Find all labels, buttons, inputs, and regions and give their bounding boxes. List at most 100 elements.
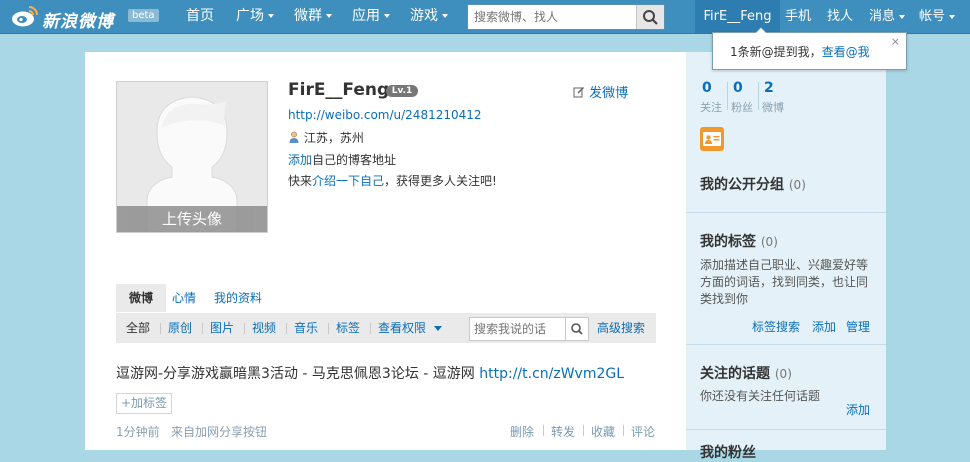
divider (727, 82, 728, 110)
divider (686, 212, 886, 213)
tag-manage-link[interactable]: 管理 (846, 318, 870, 335)
repost-button[interactable]: 转发 (551, 423, 575, 440)
followers-label: 粉丝 (731, 101, 753, 114)
divider (623, 425, 624, 436)
divider (686, 344, 886, 345)
nav-messages-label: 消息 (869, 9, 896, 24)
search-icon (643, 10, 658, 25)
nav-apps-label: 应用 (352, 8, 380, 24)
profile-main: 上传头像 FirE__Feng Lv.1 发微博 http://weibo.co… (85, 52, 686, 450)
my-tags-count: (0) (760, 235, 778, 249)
tab-profile[interactable]: 我的资料 (214, 284, 262, 312)
notification-arrow-inner (756, 28, 766, 33)
avatar[interactable]: 上传头像 (116, 81, 268, 233)
weibo-count[interactable]: 2 (764, 80, 774, 96)
filter-images[interactable]: 图片 (210, 313, 234, 343)
nav-mobile[interactable]: 手机 (785, 0, 811, 33)
nav-apps[interactable]: 应用 (352, 0, 390, 33)
public-groups-count: (0) (788, 178, 806, 192)
add-tag-button[interactable]: +加标签 (116, 393, 173, 414)
nav-games[interactable]: 游戏 (410, 0, 448, 33)
tag-search-link[interactable]: 标签搜索 (752, 318, 800, 335)
nav-home[interactable]: 首页 (186, 0, 214, 33)
filter-search-button[interactable] (565, 318, 588, 340)
chevron-down-icon (949, 14, 956, 19)
top-navigation-bar: 新浪微博 beta 首页 广场 微群 应用 游戏 FirE__Feng 手机 找… (0, 0, 970, 34)
filter-search-input[interactable] (474, 318, 564, 340)
filter-tags[interactable]: 标签 (336, 313, 360, 343)
following-label: 关注 (700, 101, 722, 114)
nav-account[interactable]: 帐号 (919, 0, 956, 33)
id-card-icon[interactable] (700, 127, 724, 151)
advanced-search-link[interactable]: 高级搜索 (597, 313, 645, 343)
top-search-input[interactable] (474, 5, 624, 29)
favorite-button[interactable]: 收藏 (591, 423, 615, 440)
view-mentions-link[interactable]: 查看@我 (822, 45, 870, 59)
caret-down-icon (433, 326, 442, 331)
post-content: 逗游网-分享游戏赢暗黑3活动 - 马克思佩恩3论坛 - 逗游网 http://t… (116, 363, 624, 383)
add-blog-link[interactable]: 添加 (288, 153, 312, 167)
blog-text: 自己的博客地址 (312, 153, 397, 167)
intro-suffix: ，获得更多人关注吧! (384, 174, 497, 188)
nav-groups[interactable]: 微群 (294, 0, 332, 33)
topic-add-link[interactable]: 添加 (846, 401, 870, 418)
following-count[interactable]: 0 (702, 80, 712, 96)
filter-original[interactable]: 原创 (168, 313, 192, 343)
public-groups-title[interactable]: 我的公开分组 (0) (700, 174, 806, 194)
post-time[interactable]: 1分钟前 (116, 423, 160, 440)
edit-icon (573, 86, 585, 98)
person-icon (289, 131, 299, 143)
top-search (467, 4, 665, 30)
tag-add-link[interactable]: 添加 (812, 318, 836, 335)
close-icon[interactable]: × (891, 35, 900, 48)
topics-description: 你还没有关注任何话题 (700, 389, 821, 403)
filter-search (469, 317, 589, 341)
notification-message: 1条新@提到我， (730, 45, 822, 59)
nav-square[interactable]: 广场 (236, 0, 274, 33)
beta-badge: beta (128, 9, 159, 22)
comment-button[interactable]: 评论 (631, 423, 655, 440)
post-weibo-label: 发微博 (589, 86, 629, 101)
intro-link[interactable]: 介绍一下自己 (312, 174, 384, 188)
profile-tabs: 微博 心情 我的资料 (116, 284, 656, 312)
chevron-down-icon (326, 14, 332, 18)
weibo-logo[interactable]: 新浪微博 beta (10, 4, 160, 32)
followed-topics-count: (0) (774, 367, 792, 381)
profile-location: 江苏，苏州 (288, 129, 364, 146)
tags-description-line: 添加描述自己职业、兴趣爱好等 (700, 258, 869, 272)
post-weibo-button[interactable]: 发微博 (573, 82, 628, 101)
nav-square-label: 广场 (236, 8, 264, 24)
followed-topics-label: 关注的话题 (700, 366, 770, 382)
chevron-down-icon (899, 14, 906, 19)
divider (583, 425, 584, 436)
top-search-button[interactable] (636, 5, 664, 29)
divider (244, 323, 245, 334)
filter-permission[interactable]: 查看权限 (378, 313, 442, 343)
divider (328, 323, 329, 334)
blog-line: 添加自己的博客地址 (288, 151, 396, 168)
profile-url[interactable]: http://weibo.com/u/2481210412 (288, 108, 482, 122)
filter-bar: 全部 原创 图片 视频 音乐 标签 查看权限 高级搜索 (116, 313, 656, 343)
filter-permission-label: 查看权限 (378, 321, 427, 335)
intro-prefix: 快来 (288, 174, 313, 188)
divider (686, 429, 886, 430)
current-user-link[interactable]: FirE__Feng (695, 0, 780, 33)
tags-description-line: 方面的词语，找到同类，也让同 (700, 275, 869, 289)
upload-avatar-label[interactable]: 上传头像 (117, 206, 267, 232)
delete-button[interactable]: 删除 (510, 423, 534, 440)
chevron-down-icon (268, 14, 274, 18)
filter-music[interactable]: 音乐 (294, 313, 318, 343)
post-source[interactable]: 来自加网分享按钮 (171, 423, 267, 440)
followers-count[interactable]: 0 (733, 80, 743, 96)
nav-messages[interactable]: 消息 (869, 0, 906, 33)
filter-all[interactable]: 全部 (126, 313, 150, 343)
tab-weibo[interactable]: 微博 (116, 284, 166, 312)
tab-mood[interactable]: 心情 (172, 284, 196, 312)
divider (286, 323, 287, 334)
post-short-link[interactable]: http://t.cn/zWvm2GL (479, 366, 624, 382)
nav-mobile-label: 手机 (785, 9, 812, 24)
filter-video[interactable]: 视频 (252, 313, 276, 343)
current-user-name: FirE__Feng (703, 9, 772, 24)
nav-find-people[interactable]: 找人 (827, 0, 853, 33)
tags-description-line: 类找到你 (700, 292, 749, 306)
